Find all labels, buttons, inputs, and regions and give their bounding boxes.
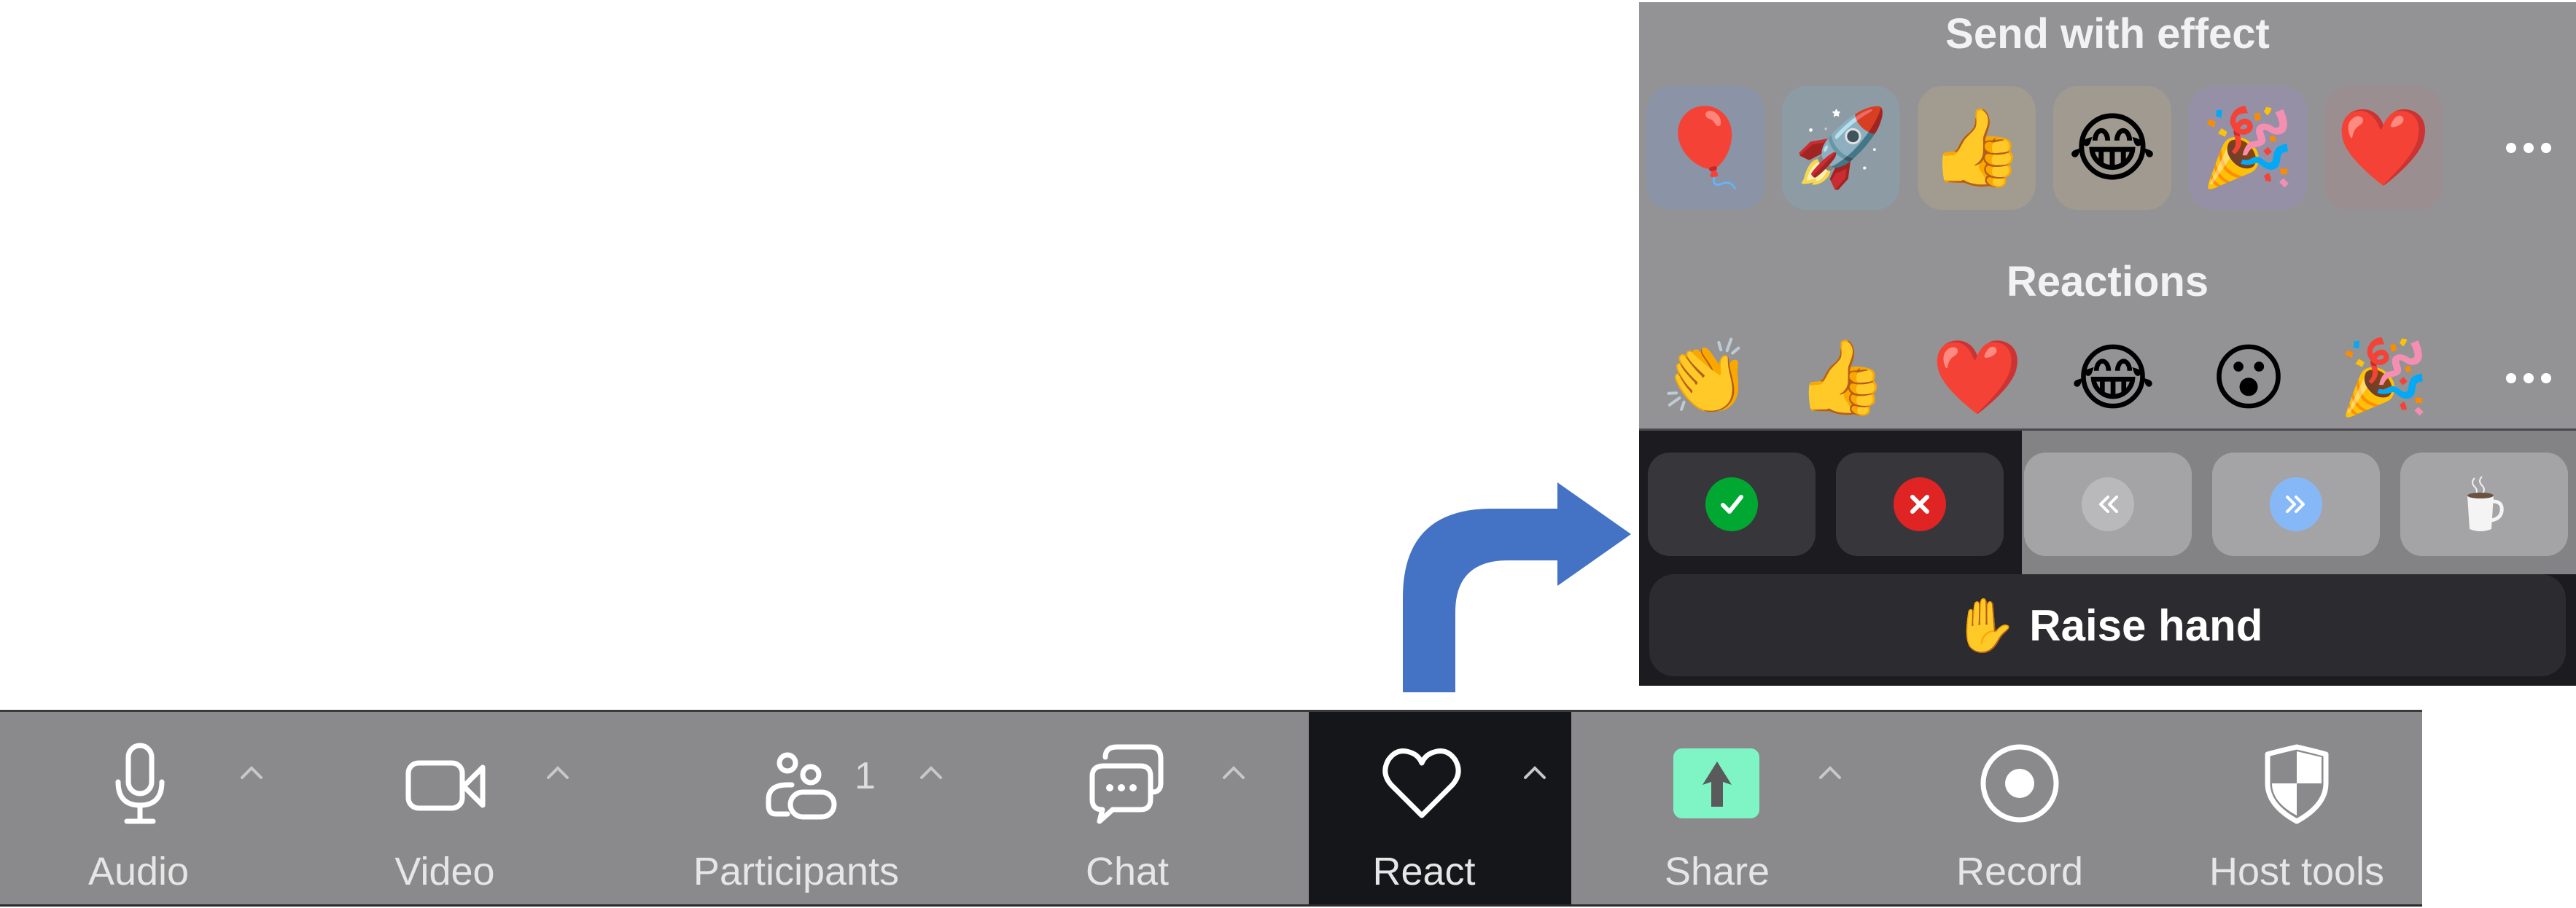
feedback-coffee-button[interactable]: [2400, 453, 2568, 556]
open-mouth-icon: 😮: [2210, 337, 2287, 419]
share-screen-icon: [1673, 740, 1761, 827]
effect-party-popper-button[interactable]: 🎉: [2189, 86, 2307, 210]
feedback-yes-button[interactable]: [1648, 453, 1816, 556]
reaction-heart-button[interactable]: ❤️: [1923, 323, 2032, 432]
heart-icon: [1378, 740, 1466, 827]
feedback-slower-button[interactable]: [2024, 453, 2192, 556]
chat-bubble-icon: [1083, 740, 1171, 827]
microphone-icon: [96, 740, 184, 827]
clapping-hands-icon: 👏: [1660, 336, 1752, 418]
thumbs-up-icon: 👍: [1796, 336, 1888, 418]
shield-icon: [2253, 740, 2340, 827]
audio-options-caret[interactable]: [233, 754, 270, 791]
toolbar-video[interactable]: Video: [321, 712, 642, 904]
callout-arrow: [1403, 482, 1631, 692]
participants-count: 1: [855, 755, 876, 797]
toolbar-host-tools[interactable]: Host tools: [2158, 712, 2422, 904]
video-label: Video: [394, 850, 495, 893]
audio-label: Audio: [87, 850, 190, 893]
effect-heart-button[interactable]: ❤️: [2324, 86, 2443, 210]
tears-of-joy-icon: 😂: [2068, 106, 2157, 191]
thumbs-up-icon: 👍: [1929, 105, 2024, 190]
party-popper-icon: 🎉: [2201, 105, 2295, 190]
coffee-icon: [2467, 476, 2504, 531]
record-label: Record: [1956, 850, 2084, 893]
react-options-caret[interactable]: [1517, 754, 1553, 791]
rewind-icon: [2082, 477, 2134, 531]
meeting-toolbar: Audio Video 1 Participants Chat React Sh…: [0, 710, 2422, 907]
more-effects-button[interactable]: [2499, 133, 2558, 163]
check-icon: [1705, 477, 1758, 531]
reaction-clapping-button[interactable]: 👏: [1651, 323, 1761, 432]
share-options-caret[interactable]: [1812, 754, 1848, 791]
effect-rocket-button[interactable]: 🚀: [1782, 86, 1900, 210]
send-with-effect-title: Send with effect: [1945, 10, 2270, 58]
balloon-icon: 🎈: [1658, 105, 1753, 190]
effect-tears-of-joy-button[interactable]: 😂: [2053, 86, 2171, 210]
toolbar-participants[interactable]: 1 Participants: [642, 712, 1006, 904]
toolbar-react[interactable]: React: [1309, 712, 1571, 904]
tears-of-joy-icon: 😂: [2070, 337, 2156, 419]
toolbar-audio[interactable]: Audio: [0, 712, 321, 904]
record-icon: [1976, 740, 2063, 827]
callout-arrow-shape: [1403, 482, 1631, 692]
react-label: React: [1372, 850, 1476, 893]
chat-label: Chat: [1085, 850, 1170, 893]
more-reactions-button[interactable]: [2499, 364, 2558, 393]
participants-label: Participants: [693, 850, 900, 893]
reactions-title: Reactions: [2006, 258, 2209, 305]
raise-hand-button[interactable]: ✋ Raise hand: [1649, 574, 2566, 676]
toolbar-record[interactable]: Record: [1881, 712, 2158, 904]
effect-thumbs-up-button[interactable]: 👍: [1918, 86, 2036, 210]
fast-forward-icon: [2270, 477, 2322, 531]
rocket-icon: 🚀: [1794, 105, 1888, 190]
chat-options-caret[interactable]: [1215, 754, 1252, 791]
participants-icon: [758, 740, 846, 827]
reaction-party-popper-button[interactable]: 🎉: [2330, 323, 2439, 432]
feedback-faster-button[interactable]: [2212, 453, 2380, 556]
reaction-open-mouth-button[interactable]: 😮: [2194, 323, 2303, 432]
raised-hand-icon: ✋: [1952, 596, 2018, 655]
reaction-tears-of-joy-button[interactable]: 😂: [2058, 323, 2168, 432]
share-label: Share: [1664, 850, 1770, 893]
heart-icon: ❤️: [1931, 336, 2023, 418]
party-popper-icon: 🎉: [2338, 336, 2430, 418]
toolbar-chat[interactable]: Chat: [1006, 712, 1309, 904]
toolbar-share[interactable]: Share: [1571, 712, 1881, 904]
raise-hand-label: Raise hand: [2029, 600, 2263, 650]
video-options-caret[interactable]: [540, 754, 576, 791]
heart-icon: ❤️: [2336, 105, 2431, 190]
x-icon: [1894, 477, 1946, 531]
video-camera-icon: [402, 740, 490, 827]
reactions-popup: Send with effect 🎈 🚀 👍 😂 🎉 ❤️ Reactions …: [1639, 2, 2576, 686]
host-tools-label: Host tools: [2209, 850, 2385, 893]
feedback-no-button[interactable]: [1836, 453, 2004, 556]
effect-balloon-button[interactable]: 🎈: [1646, 86, 1764, 210]
reaction-thumbs-up-button[interactable]: 👍: [1787, 323, 1896, 432]
participants-options-caret[interactable]: [913, 754, 949, 791]
